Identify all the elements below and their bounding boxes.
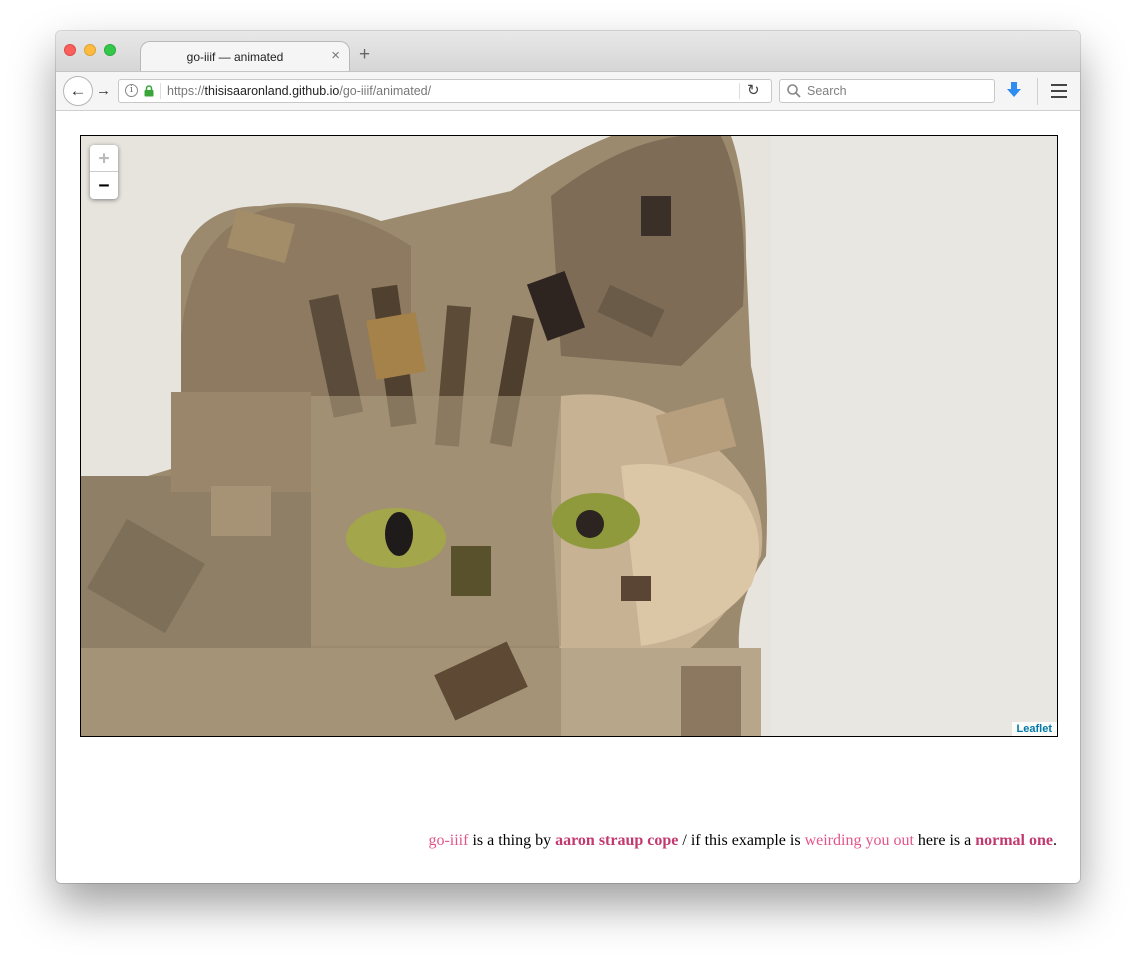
browser-window: go-iiif — animated × + ← → i https://thi… — [56, 31, 1080, 883]
author-link[interactable]: aaron straup cope — [555, 832, 678, 849]
go-iiif-link[interactable]: go-iiif — [428, 832, 468, 849]
close-window-button[interactable] — [64, 44, 76, 56]
minimize-window-button[interactable] — [84, 44, 96, 56]
download-icon[interactable] — [1006, 81, 1022, 99]
url-separator — [160, 83, 161, 99]
weirding-link[interactable]: weirding you out — [805, 832, 914, 849]
maximize-window-button[interactable] — [104, 44, 116, 56]
reload-icon[interactable]: ↻ — [747, 81, 760, 99]
footer-text-3: here is a — [913, 832, 976, 849]
url-host: thisisaaronland.github.io — [204, 84, 340, 98]
tab-close-icon[interactable]: × — [331, 47, 340, 64]
search-placeholder: Search — [807, 84, 847, 98]
forward-button[interactable]: → — [96, 82, 111, 99]
zoom-out-button[interactable]: − — [90, 172, 118, 199]
lock-icon — [144, 85, 154, 97]
address-bar[interactable]: i https://thisisaaronland.github.io/go-i… — [118, 79, 772, 103]
back-button[interactable]: ← — [63, 76, 93, 106]
menu-icon[interactable] — [1051, 84, 1067, 98]
navigation-toolbar: ← → i https://thisisaaronland.github.io/… — [56, 71, 1080, 111]
search-input[interactable]: Search — [779, 79, 995, 103]
cat-tile-image — [81, 136, 1057, 736]
normal-one-link[interactable]: normal one — [975, 832, 1053, 849]
toolbar-separator — [1037, 78, 1038, 105]
tab-animated[interactable]: go-iiif — animated × — [140, 41, 350, 72]
url-path: /go-iiif/animated/ — [339, 84, 432, 98]
reload-separator — [739, 83, 740, 99]
leaflet-attribution-link[interactable]: Leaflet — [1011, 722, 1057, 736]
zoom-control: + − — [90, 145, 118, 199]
footer-text-1: is a thing by — [468, 832, 556, 849]
page-content: + − Leaflet go-iiif is a thing by aaron … — [56, 111, 1080, 883]
zoom-in-button[interactable]: + — [90, 145, 118, 172]
url-text[interactable]: https://thisisaaronland.github.io/go-iii… — [167, 84, 431, 98]
search-icon — [787, 84, 801, 98]
footer-text-4: . — [1053, 832, 1057, 849]
map-viewer[interactable]: + − Leaflet — [80, 135, 1058, 737]
new-tab-button[interactable]: + — [359, 45, 370, 64]
footer-text-2: / if this example is — [678, 832, 805, 849]
tab-strip: go-iiif — animated × + — [56, 31, 1080, 72]
footer-credits: go-iiif is a thing by aaron straup cope … — [428, 832, 1057, 850]
url-scheme: https:// — [167, 84, 205, 98]
tab-title: go-iiif — animated — [186, 50, 284, 64]
info-icon[interactable]: i — [125, 84, 138, 97]
